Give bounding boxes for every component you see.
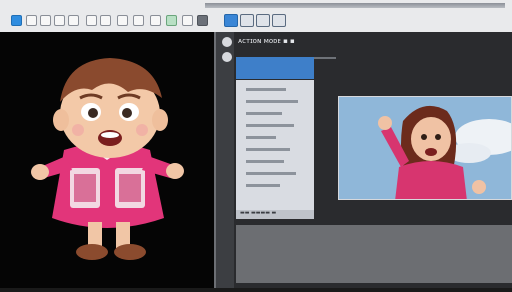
- editor-side-rail: [216, 32, 234, 288]
- layers-panel-header[interactable]: [236, 57, 314, 79]
- cut-icon[interactable]: [68, 15, 79, 26]
- save-icon[interactable]: [54, 15, 65, 26]
- editor-title: ᴀᴄᴛɪᴏɴ ᴍᴏᴅᴇ ▪ ▪: [238, 37, 295, 45]
- preview-image: [339, 97, 511, 199]
- timeline-track[interactable]: [236, 225, 512, 283]
- character-figure: [31, 58, 184, 260]
- list-item[interactable]: [246, 160, 284, 163]
- hand-right: [166, 163, 184, 179]
- shoe-right: [114, 244, 146, 260]
- screen-button[interactable]: [272, 14, 286, 27]
- shoe-left: [76, 244, 108, 260]
- preview-viewport[interactable]: [338, 96, 512, 200]
- rail-button-2[interactable]: [222, 52, 232, 62]
- copy-icon[interactable]: [86, 15, 97, 26]
- character-viewport[interactable]: [0, 32, 214, 288]
- layout-button[interactable]: [256, 14, 270, 27]
- list-item[interactable]: [246, 148, 290, 151]
- list-item[interactable]: [246, 184, 280, 187]
- undo-icon[interactable]: [117, 15, 128, 26]
- title-strip: [205, 3, 505, 8]
- list-item[interactable]: [246, 100, 298, 103]
- hand-left: [31, 164, 49, 180]
- list-item[interactable]: [246, 112, 282, 115]
- list-item[interactable]: [246, 172, 296, 175]
- panel-separator: [314, 57, 336, 59]
- split-mode-button[interactable]: [240, 14, 254, 27]
- rail-button-1[interactable]: [222, 37, 232, 47]
- image-icon[interactable]: [182, 15, 193, 26]
- display-icon[interactable]: [197, 15, 208, 26]
- app-icon[interactable]: [11, 15, 22, 26]
- list-item[interactable]: [246, 136, 276, 139]
- layers-list[interactable]: [236, 80, 314, 216]
- list-item[interactable]: [246, 88, 286, 91]
- color-icon[interactable]: [166, 15, 177, 26]
- shield-icon[interactable]: [133, 15, 144, 26]
- paste-icon[interactable]: [100, 15, 111, 26]
- preview-mode-button[interactable]: [224, 14, 238, 27]
- open-icon[interactable]: [40, 15, 51, 26]
- footer-text: ▬▬ ▬▬▬▬ ▬: [240, 210, 277, 216]
- editor-toolbar: [224, 14, 314, 30]
- list-item[interactable]: [246, 124, 294, 127]
- new-icon[interactable]: [26, 15, 37, 26]
- brush-icon[interactable]: [150, 15, 161, 26]
